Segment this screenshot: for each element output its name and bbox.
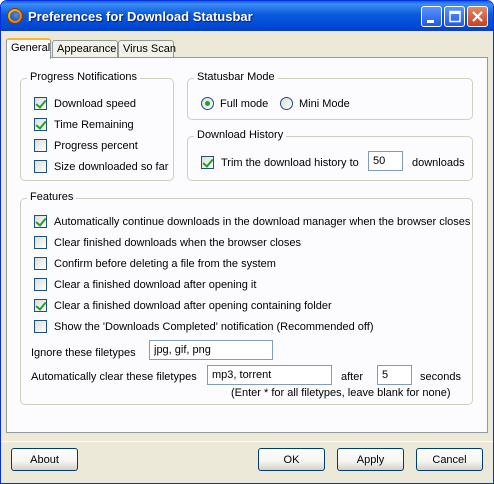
option-label: Download speed bbox=[54, 97, 136, 110]
download-history-group: Download History Trim the download histo… bbox=[187, 129, 473, 181]
tab-label: Appearance bbox=[57, 43, 117, 55]
ignore-filetypes-label: Ignore these filetypes bbox=[31, 347, 136, 359]
download-speed-checkbox[interactable] bbox=[34, 97, 47, 110]
close-icon bbox=[472, 11, 483, 22]
group-legend: Progress Notifications bbox=[27, 71, 140, 83]
apply-button[interactable]: Apply bbox=[337, 448, 404, 471]
option-label: Time Remaining bbox=[54, 118, 134, 131]
option-download-speed[interactable]: Download speed bbox=[34, 97, 136, 110]
time-remaining-checkbox[interactable] bbox=[34, 118, 47, 131]
history-limit-input[interactable] bbox=[368, 151, 403, 171]
tab-virus-scan[interactable]: Virus Scan bbox=[118, 40, 176, 58]
maximize-button[interactable] bbox=[444, 6, 465, 27]
option-show-notification[interactable]: Show the 'Downloads Completed' notificat… bbox=[34, 320, 374, 333]
trim-history-checkbox[interactable] bbox=[201, 156, 214, 169]
option-label: Automatically continue downloads in the … bbox=[54, 215, 471, 228]
option-label: Progress percent bbox=[54, 139, 138, 152]
seconds-label: seconds bbox=[420, 371, 461, 383]
auto-continue-checkbox[interactable] bbox=[34, 215, 47, 228]
option-label: Clear finished downloads when the browse… bbox=[54, 236, 302, 249]
downloads-unit-label: downloads bbox=[412, 157, 465, 169]
confirm-delete-checkbox[interactable] bbox=[34, 257, 47, 270]
full-mode-radio[interactable] bbox=[201, 97, 214, 110]
preferences-window: Preferences for Download Statusbar Gener… bbox=[0, 0, 494, 484]
option-clear-after-folder[interactable]: Clear a finished download after opening … bbox=[34, 299, 332, 312]
general-panel: Progress Notifications Download speed Ti… bbox=[6, 57, 488, 433]
option-label: Trim the download history to bbox=[221, 156, 359, 169]
tab-label: Virus Scan bbox=[123, 43, 176, 55]
ignore-filetypes-input[interactable] bbox=[149, 340, 273, 360]
after-label: after bbox=[341, 371, 364, 383]
option-confirm-delete[interactable]: Confirm before deleting a file from the … bbox=[34, 257, 276, 270]
tab-appearance[interactable]: Appearance bbox=[52, 40, 118, 58]
option-full-mode[interactable]: Full mode bbox=[201, 97, 268, 110]
clear-on-close-checkbox[interactable] bbox=[34, 236, 47, 249]
filetypes-hint: (Enter * for all filetypes, leave blank … bbox=[231, 387, 451, 399]
size-downloaded-checkbox[interactable] bbox=[34, 160, 47, 173]
option-label: Size downloaded so far bbox=[54, 160, 169, 173]
clear-after-folder-checkbox[interactable] bbox=[34, 299, 47, 312]
title-bar[interactable]: Preferences for Download Statusbar bbox=[1, 1, 493, 31]
autoclear-filetypes-label: Automatically clear these filetypes bbox=[31, 371, 197, 383]
ok-button[interactable]: OK bbox=[258, 448, 325, 471]
autoclear-delay-input[interactable] bbox=[377, 365, 412, 385]
option-clear-on-close[interactable]: Clear finished downloads when the browse… bbox=[34, 236, 301, 249]
clear-after-open-checkbox[interactable] bbox=[34, 278, 47, 291]
show-notification-checkbox[interactable] bbox=[34, 320, 47, 333]
mini-mode-radio[interactable] bbox=[280, 97, 293, 110]
minimize-button[interactable] bbox=[421, 6, 442, 27]
statusbar-mode-group: Statusbar Mode Full mode Mini Mode bbox=[187, 71, 473, 120]
close-button[interactable] bbox=[467, 6, 488, 27]
cancel-button[interactable]: Cancel bbox=[416, 448, 483, 471]
option-trim-history[interactable]: Trim the download history to bbox=[201, 156, 359, 169]
option-mini-mode[interactable]: Mini Mode bbox=[280, 97, 350, 110]
window-title: Preferences for Download Statusbar bbox=[28, 9, 253, 24]
firefox-icon bbox=[7, 8, 23, 24]
option-label: Clear a finished download after opening … bbox=[54, 299, 332, 312]
button-bar-separator bbox=[1, 441, 493, 442]
group-legend: Statusbar Mode bbox=[194, 71, 278, 83]
option-progress-percent[interactable]: Progress percent bbox=[34, 139, 138, 152]
option-clear-after-open[interactable]: Clear a finished download after opening … bbox=[34, 278, 256, 291]
option-label: Full mode bbox=[220, 97, 269, 110]
option-label: Confirm before deleting a file from the … bbox=[54, 257, 276, 270]
option-label: Mini Mode bbox=[299, 97, 350, 110]
option-time-remaining[interactable]: Time Remaining bbox=[34, 118, 134, 131]
option-auto-continue[interactable]: Automatically continue downloads in the … bbox=[34, 215, 470, 228]
minimize-icon bbox=[427, 20, 434, 23]
tab-label: General bbox=[11, 42, 51, 54]
group-legend: Download History bbox=[194, 129, 287, 141]
option-label: Clear a finished download after opening … bbox=[54, 278, 257, 291]
about-button[interactable]: About bbox=[11, 448, 78, 471]
progress-notifications-group: Progress Notifications Download speed Ti… bbox=[20, 71, 174, 181]
features-group: Features Automatically continue download… bbox=[20, 191, 473, 405]
group-legend: Features bbox=[27, 191, 77, 203]
progress-percent-checkbox[interactable] bbox=[34, 139, 47, 152]
autoclear-filetypes-input[interactable] bbox=[207, 365, 332, 385]
option-label: Show the 'Downloads Completed' notificat… bbox=[54, 320, 374, 333]
option-size-downloaded[interactable]: Size downloaded so far bbox=[34, 160, 168, 173]
maximize-icon bbox=[449, 10, 461, 23]
tab-general[interactable]: General bbox=[6, 38, 51, 59]
